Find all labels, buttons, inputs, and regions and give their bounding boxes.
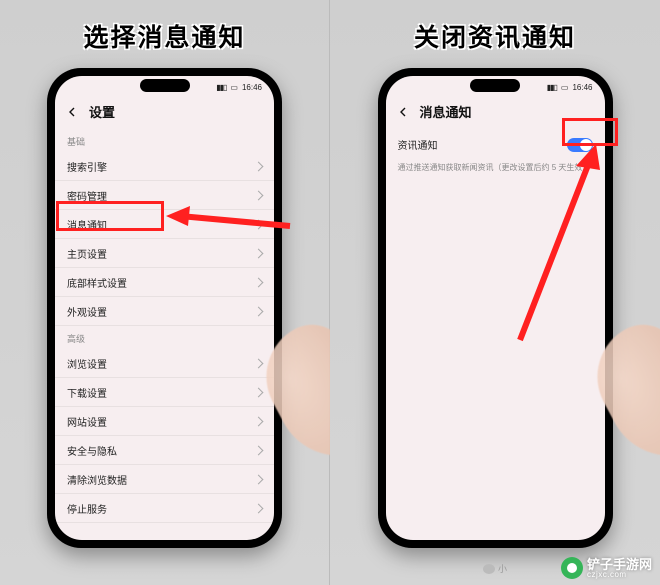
toggle-row-news-notify: 资讯通知 [386, 129, 605, 160]
chevron-right-icon [254, 248, 264, 258]
toggle-description: 通过推送通知获取新闻资讯（更改设置后约 5 天生效） [386, 160, 605, 181]
item-bottom-style[interactable]: 底部样式设置 [55, 268, 274, 297]
list-item-label: 网站设置 [67, 414, 107, 429]
list-item-label: 主页设置 [67, 246, 107, 261]
section-header-advanced: 高级 [55, 326, 274, 349]
chevron-right-icon [254, 445, 264, 455]
list-item-label: 浏览设置 [67, 356, 107, 371]
chevron-right-icon [254, 190, 264, 200]
screen-right: ▮▮▯ ▭ 16:46 消息通知 资讯通知 通过推送通知获取新闻资讯（更改设置后… [386, 76, 605, 540]
watermark-icon [561, 557, 583, 579]
toggle-label: 资讯通知 [398, 137, 438, 152]
chevron-right-icon [254, 306, 264, 316]
list-item-label: 搜索引擎 [67, 159, 107, 174]
item-browse-settings[interactable]: 浏览设置 [55, 349, 274, 378]
phone-notch [470, 79, 520, 92]
watermark-url: czjxc.com [587, 571, 652, 579]
list-item-label: 外观设置 [67, 304, 107, 319]
panel-right-caption: 关闭资讯通知 [414, 18, 576, 54]
panel-left-caption: 选择消息通知 [83, 18, 245, 54]
item-stop-service[interactable]: 停止服务 [55, 494, 274, 523]
wechat-icon [483, 564, 495, 574]
item-password-mgmt[interactable]: 密码管理 [55, 181, 274, 210]
chevron-right-icon [254, 503, 264, 513]
panel-left: 选择消息通知 ▮▮▯ ▭ 16:46 设置 基础 搜索引擎 密码管理 [0, 0, 330, 585]
list-item-label: 下载设置 [67, 385, 107, 400]
list-item-label: 底部样式设置 [67, 275, 127, 290]
page-title: 消息通知 [420, 102, 472, 121]
chevron-right-icon [254, 277, 264, 287]
watermark-brand: 铲子手游网 [587, 558, 652, 571]
chevron-right-icon [254, 474, 264, 484]
item-search-engine[interactable]: 搜索引擎 [55, 152, 274, 181]
chevron-right-icon [254, 416, 264, 426]
wechat-label: 小 [498, 562, 507, 575]
phone-right: ▮▮▯ ▭ 16:46 消息通知 资讯通知 通过推送通知获取新闻资讯（更改设置后… [378, 68, 613, 548]
item-clear-data[interactable]: 清除浏览数据 [55, 465, 274, 494]
page-title: 设置 [89, 102, 115, 121]
item-message-notify[interactable]: 消息通知 [55, 210, 274, 239]
list-item-label: 密码管理 [67, 188, 107, 203]
app-header: 设置 [55, 98, 274, 129]
battery-icon: ▭ [230, 83, 238, 92]
item-download-settings[interactable]: 下载设置 [55, 378, 274, 407]
comparison-panels: 选择消息通知 ▮▮▯ ▭ 16:46 设置 基础 搜索引擎 密码管理 [0, 0, 660, 585]
list-item-label: 消息通知 [67, 217, 107, 232]
app-header: 消息通知 [386, 98, 605, 129]
item-homepage[interactable]: 主页设置 [55, 239, 274, 268]
status-time: 16:46 [572, 83, 592, 92]
panel-right: 关闭资讯通知 ▮▮▯ ▭ 16:46 消息通知 资讯通知 [330, 0, 660, 585]
back-icon[interactable] [65, 105, 79, 119]
list-item-label: 清除浏览数据 [67, 472, 127, 487]
signal-icon: ▮▮▯ [216, 83, 226, 92]
signal-icon: ▮▮▯ [547, 83, 557, 92]
chevron-right-icon [254, 387, 264, 397]
section-header-basic: 基础 [55, 129, 274, 152]
item-site-settings[interactable]: 网站设置 [55, 407, 274, 436]
phone-left: ▮▮▯ ▭ 16:46 设置 基础 搜索引擎 密码管理 消息通知 主页设置 底部… [47, 68, 282, 548]
chevron-right-icon [254, 161, 264, 171]
toggle-switch[interactable] [567, 138, 593, 152]
list-item-label: 安全与隐私 [67, 443, 117, 458]
screen-left: ▮▮▯ ▭ 16:46 设置 基础 搜索引擎 密码管理 消息通知 主页设置 底部… [55, 76, 274, 540]
watermark: 铲子手游网 czjxc.com [561, 557, 652, 579]
chevron-right-icon [254, 358, 264, 368]
list-item-label: 停止服务 [67, 501, 107, 516]
battery-icon: ▭ [561, 83, 569, 92]
item-appearance[interactable]: 外观设置 [55, 297, 274, 326]
wechat-mark: 小 [483, 562, 507, 575]
item-security-privacy[interactable]: 安全与隐私 [55, 436, 274, 465]
chevron-right-icon [254, 219, 264, 229]
back-icon[interactable] [396, 105, 410, 119]
phone-notch [140, 79, 190, 92]
status-time: 16:46 [242, 83, 262, 92]
